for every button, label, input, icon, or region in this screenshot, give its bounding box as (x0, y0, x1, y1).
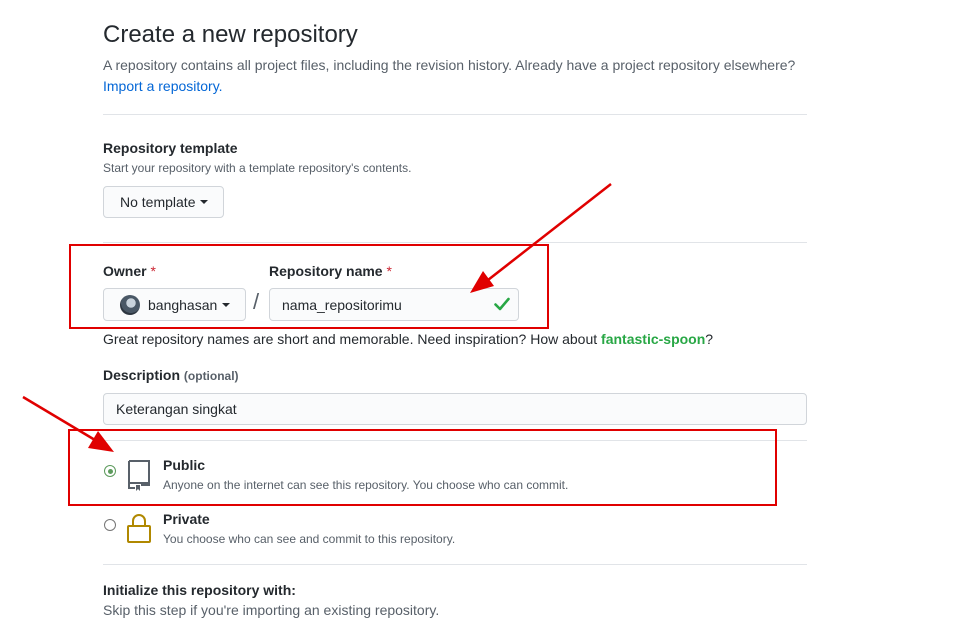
required-mark: * (386, 263, 392, 279)
optional-note: (optional) (183, 369, 239, 383)
divider (103, 242, 807, 243)
avatar (120, 294, 140, 315)
description-input[interactable]: Keterangan singkat (103, 393, 807, 425)
arrow-to-public (22, 395, 96, 442)
repository-name-input[interactable]: nama_repositorimu (269, 288, 519, 321)
template-note: Start your repository with a template re… (103, 161, 412, 175)
description-value: Keterangan singkat (116, 401, 237, 417)
arrow-head (88, 431, 114, 452)
owner-label-text: Owner (103, 263, 147, 279)
template-label: Repository template (103, 140, 238, 156)
repository-name-value: nama_repositorimu (282, 296, 402, 313)
divider (103, 440, 807, 441)
description-label: Description (optional) (103, 367, 239, 383)
private-description: You choose who can see and commit to thi… (163, 532, 456, 546)
template-dropdown-button[interactable]: No template (103, 186, 224, 218)
repo-book-icon (128, 460, 150, 491)
required-mark: * (150, 263, 156, 279)
import-repository-link[interactable]: Import a repository. (103, 78, 223, 94)
repository-name-label: Repository name * (269, 263, 392, 279)
private-radio[interactable] (104, 519, 116, 531)
hint-suffix: ? (705, 331, 714, 347)
owner-dropdown-button[interactable]: banghasan (103, 288, 246, 321)
check-icon (494, 297, 510, 311)
divider (103, 564, 807, 565)
initialize-note: Skip this step if you're importing an ex… (103, 602, 440, 618)
arrow-to-repo-name (487, 183, 612, 281)
intro-text: A repository contains all project files,… (103, 57, 796, 73)
hint-text: Great repository names are short and mem… (103, 331, 598, 347)
lock-icon (127, 514, 151, 543)
private-title: Private (163, 511, 210, 527)
description-label-text: Description (103, 367, 181, 383)
repository-name-label-text: Repository name (269, 263, 383, 279)
owner-label: Owner * (103, 263, 156, 279)
public-title: Public (163, 457, 206, 473)
public-radio[interactable] (104, 465, 116, 477)
owner-name: banghasan (148, 296, 218, 313)
name-suggestion-hint: Great repository names are short and mem… (103, 331, 713, 347)
public-description: Anyone on the internet can see this repo… (163, 478, 569, 492)
page-title: Create a new repository (103, 21, 358, 48)
caret-down-icon (200, 200, 209, 204)
template-button-label: No template (120, 194, 196, 210)
suggested-name-link[interactable]: fantastic-spoon (601, 331, 705, 347)
caret-down-icon (222, 302, 231, 307)
divider (103, 114, 807, 115)
initialize-label: Initialize this repository with: (103, 582, 296, 598)
owner-repo-separator: / (253, 289, 260, 314)
